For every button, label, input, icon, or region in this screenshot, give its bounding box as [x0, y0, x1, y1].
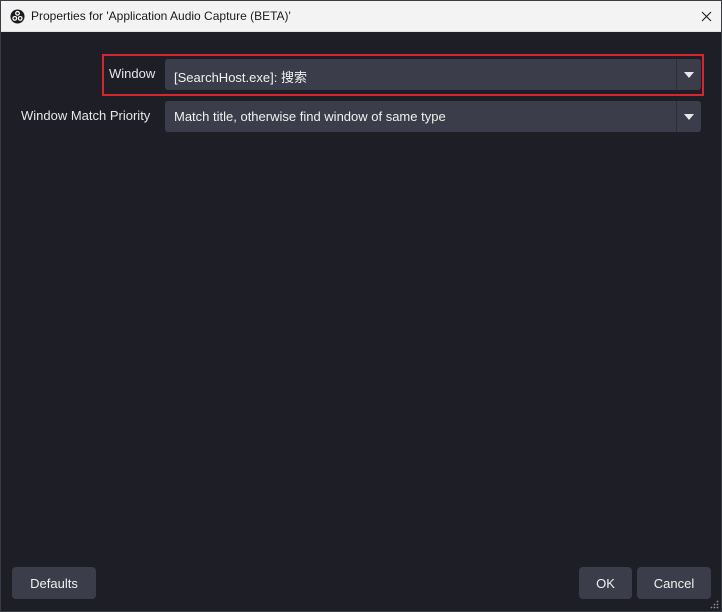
- window-match-priority-label: Window Match Priority: [21, 108, 151, 123]
- window-select[interactable]: [SearchHost.exe]: 搜索: [165, 59, 701, 90]
- priority-select-divider: [676, 101, 677, 132]
- title-bar: Properties for 'Application Audio Captur…: [1, 1, 721, 32]
- defaults-button[interactable]: Defaults: [12, 567, 96, 599]
- resize-grip-icon[interactable]: [709, 599, 719, 609]
- window-label: Window: [109, 66, 156, 81]
- ok-button[interactable]: OK: [579, 567, 632, 599]
- properties-dialog: Properties for 'Application Audio Captur…: [0, 0, 722, 612]
- close-button[interactable]: [691, 1, 721, 31]
- window-match-priority-value: Match title, otherwise find window of sa…: [174, 109, 446, 124]
- dropdown-arrow-icon[interactable]: [684, 72, 694, 78]
- window-title: Properties for 'Application Audio Captur…: [31, 9, 291, 23]
- close-icon: [701, 11, 711, 21]
- window-match-priority-select[interactable]: Match title, otherwise find window of sa…: [165, 101, 701, 132]
- cancel-button[interactable]: Cancel: [637, 567, 711, 599]
- window-select-divider: [676, 59, 677, 90]
- dropdown-arrow-icon[interactable]: [684, 114, 694, 120]
- window-select-value: [SearchHost.exe]: 搜索: [174, 70, 307, 85]
- obs-logo-icon: [10, 9, 25, 24]
